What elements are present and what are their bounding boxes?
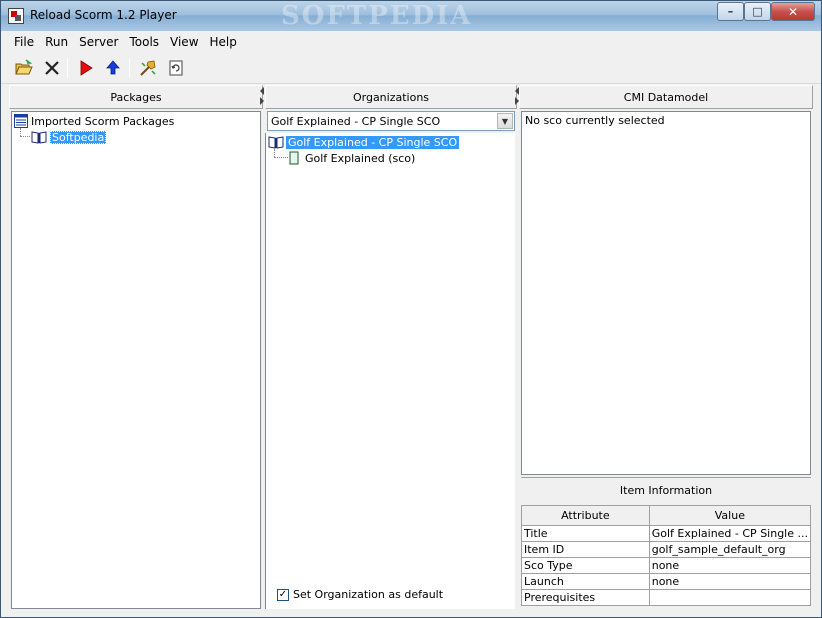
close-button[interactable]: ✕ <box>771 2 815 21</box>
value-cell: Golf Explained - CP Single ... <box>648 525 812 542</box>
value-cell: none <box>648 557 812 574</box>
item-info-header: Item Information <box>521 477 811 503</box>
tree-node-imported-packages[interactable]: Imported Scorm Packages <box>14 113 174 129</box>
packages-panel: Packages Imported Scorm Packages Softped… <box>9 85 263 611</box>
open-book-icon <box>268 136 284 149</box>
tree-node-label: Golf Explained - CP Single SCO <box>286 135 460 149</box>
tree-node-label: Golf Explained (sco) <box>305 151 416 165</box>
play-icon <box>80 60 93 76</box>
tree-connector <box>274 149 275 157</box>
app-icon[interactable] <box>8 8 24 24</box>
attr-cell: Launch <box>521 573 650 590</box>
tree-node-organization[interactable]: Golf Explained - CP Single SCO <box>268 134 460 150</box>
value-cell <box>648 589 812 606</box>
menu-tools[interactable]: Tools <box>124 35 165 49</box>
run-button[interactable] <box>76 58 96 78</box>
organization-select[interactable]: Golf Explained - CP Single SCO ▼ <box>267 111 515 131</box>
open-button[interactable] <box>14 58 34 78</box>
menu-view[interactable]: View <box>165 35 204 49</box>
organizations-tree[interactable]: Golf Explained - CP Single SCO Golf Expl… <box>265 133 515 609</box>
table-header-row: Attribute Value <box>521 505 812 526</box>
chevron-down-icon[interactable]: ▼ <box>497 113 513 129</box>
organizations-header: Organizations <box>265 85 517 109</box>
cmi-panel: CMI Datamodel No sco currently selected … <box>519 85 813 611</box>
minimize-button[interactable]: – <box>717 2 744 21</box>
refresh-document-icon <box>169 60 183 76</box>
menu-run[interactable]: Run <box>40 35 74 49</box>
refresh-button[interactable] <box>166 58 186 78</box>
cmi-datamodel-view[interactable]: No sco currently selected <box>521 111 811 475</box>
open-folder-icon <box>15 59 33 75</box>
package-list-icon <box>14 114 28 128</box>
table-row[interactable]: Launch none <box>521 573 812 590</box>
open-book-icon <box>31 131 47 144</box>
tree-connector <box>20 128 21 136</box>
set-default-checkbox[interactable]: ✓ <box>277 588 289 601</box>
maximize-button[interactable]: □ <box>744 2 771 21</box>
organizations-panel: Organizations Golf Explained - CP Single… <box>265 85 517 611</box>
column-header-attribute[interactable]: Attribute <box>521 505 650 526</box>
tree-node-label: Imported Scorm Packages <box>31 114 175 128</box>
settings-tool-button[interactable] <box>138 58 158 78</box>
menu-help[interactable]: Help <box>205 35 243 49</box>
document-icon <box>289 151 299 165</box>
app-window: SOFTPEDIA Reload Scorm 1.2 Player – □ ✕ … <box>0 0 822 618</box>
attr-cell: Sco Type <box>521 557 650 574</box>
window-title: Reload Scorm 1.2 Player <box>30 8 177 22</box>
upload-button[interactable] <box>103 58 123 78</box>
attr-cell: Item ID <box>521 541 650 558</box>
set-default-checkbox-row[interactable]: ✓ Set Organization as default <box>277 588 443 601</box>
set-default-label: Set Organization as default <box>293 588 444 601</box>
settings-tool-icon <box>140 60 156 76</box>
item-info-table: Attribute Value Title Golf Explained - C… <box>521 505 812 606</box>
value-cell: golf_sample_default_org <box>648 541 812 558</box>
menu-server[interactable]: Server <box>74 35 124 49</box>
cmi-header: CMI Datamodel <box>519 85 813 109</box>
organization-select-value: Golf Explained - CP Single SCO <box>271 114 441 128</box>
toolbar-separator <box>67 58 68 78</box>
upload-icon <box>106 60 120 75</box>
cmi-empty-text: No sco currently selected <box>525 114 665 127</box>
menu-file[interactable]: File <box>9 35 40 49</box>
attr-cell: Prerequisites <box>521 589 650 606</box>
packages-tree[interactable]: Imported Scorm Packages Softpedia <box>11 111 261 609</box>
tree-node-label: Softpedia <box>50 130 107 144</box>
splitter-collapse-left-icon[interactable] <box>260 87 264 95</box>
window-controls: – □ ✕ <box>717 2 815 21</box>
table-row[interactable]: Title Golf Explained - CP Single ... <box>521 525 812 542</box>
tree-connector <box>274 157 288 158</box>
tree-node-softpedia[interactable]: Softpedia <box>31 129 107 145</box>
watermark: SOFTPEDIA <box>281 1 473 31</box>
attr-cell: Title <box>521 525 650 542</box>
delete-icon <box>45 61 59 75</box>
tree-connector <box>20 136 30 137</box>
splitter-expand-right-icon[interactable] <box>260 97 264 105</box>
column-header-value[interactable]: Value <box>648 505 812 526</box>
tree-node-sco[interactable]: Golf Explained (sco) <box>289 150 415 166</box>
toolbar-separator <box>129 58 130 78</box>
packages-header: Packages <box>9 85 263 109</box>
table-row[interactable]: Prerequisites <box>521 589 812 606</box>
delete-button[interactable] <box>42 58 62 78</box>
table-row[interactable]: Item ID golf_sample_default_org <box>521 541 812 558</box>
value-cell: none <box>648 573 812 590</box>
title-bar[interactable]: SOFTPEDIA Reload Scorm 1.2 Player – □ ✕ <box>1 1 821 31</box>
table-row[interactable]: Sco Type none <box>521 557 812 574</box>
menu-bar: File Run Server Tools View Help <box>1 31 821 52</box>
toolbar <box>1 52 821 84</box>
